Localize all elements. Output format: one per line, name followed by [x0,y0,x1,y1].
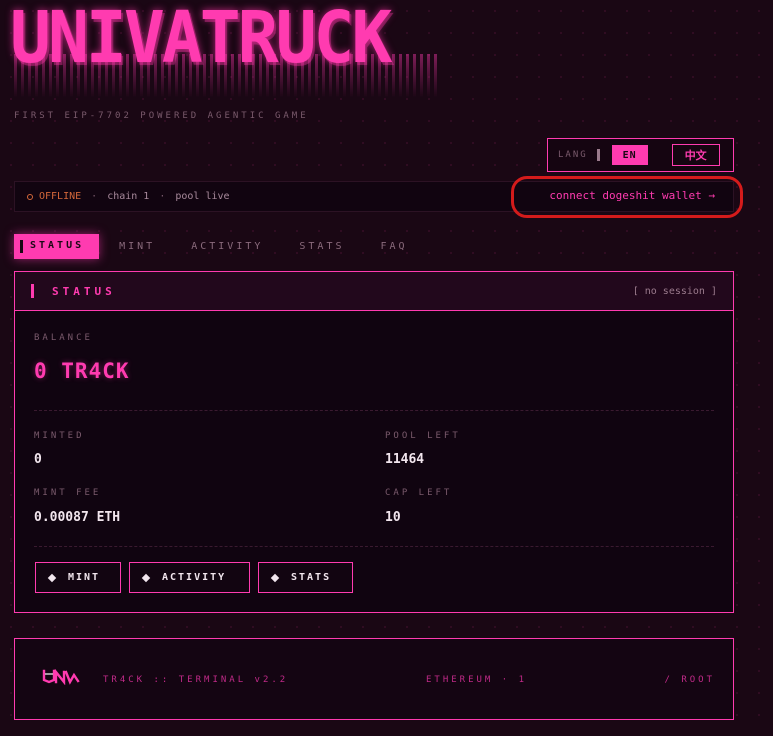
tab-bar: STATUS MINT ACTIVITY STATS FAQ [14,234,444,259]
panel-title: STATUS [52,284,116,298]
panel-header-bar [31,284,34,298]
connection-status-text: OFFLINE [39,191,82,202]
tab-mint[interactable]: MINT [119,241,155,252]
lang-en-button[interactable]: EN [611,145,648,165]
tagline: FIRST EIP-7702 POWERED AGENTIC GAME [14,111,309,121]
status-separator: · [91,191,98,202]
tab-activity[interactable]: ACTIVITY [191,241,263,252]
lang-separator [596,149,600,161]
tab-stats[interactable]: STATS [299,241,344,252]
pool-indicator: pool live [175,191,230,202]
minted-value: 0 [34,452,42,467]
mint-fee-value: 0.00087 ETH [34,510,121,525]
cap-left-label: CAP LEFT [385,488,453,498]
language-switcher: LANG EN 中文 [547,138,734,172]
footer: TR4CK :: TERMINAL v2.2 ETHEREUM · 1 / RO… [14,638,734,720]
balance-value: 0 TR4CK [34,359,130,383]
activity-button[interactable]: ACTIVITY [129,562,250,593]
mint-button-label: MINT [68,572,101,583]
footer-logo-icon [42,669,80,685]
mint-fee-label: MINT FEE [34,488,102,498]
brand-logo: UNIVATRUCK [10,0,440,100]
footer-network: ETHEREUM · 1 [426,675,528,685]
footer-terminal-version: TR4CK :: TERMINAL v2.2 [103,675,289,685]
balance-label: BALANCE [34,333,93,343]
divider [34,546,714,547]
status-dot-icon [27,193,33,200]
stats-button[interactable]: STATS [258,562,353,593]
tab-status[interactable]: STATUS [14,234,100,259]
divider [34,410,714,411]
lang-label: LANG [558,150,588,160]
status-separator: · [159,191,166,202]
mint-button[interactable]: MINT [35,562,121,593]
session-indicator: [ no session ] [632,285,717,297]
diamond-icon [47,573,57,582]
diamond-icon [141,573,151,582]
status-bar: OFFLINE · chain 1 · pool live connect do… [14,181,734,212]
status-panel: STATUS [ no session ] BALANCE 0 TR4CK MI… [14,271,734,613]
chain-indicator: chain 1 [107,191,150,202]
stats-button-label: STATS [291,572,332,583]
lang-zh-button[interactable]: 中文 [671,144,720,166]
logo-text: UNIVATRUCK [10,0,392,80]
panel-header: STATUS [ no session ] [15,272,733,311]
connect-wallet-button[interactable]: connect dogeshit wallet → [549,189,715,202]
activity-button-label: ACTIVITY [162,572,227,583]
tab-faq[interactable]: FAQ [381,241,408,252]
pool-left-label: POOL LEFT [385,431,461,441]
footer-path-link[interactable]: / ROOT [664,675,715,685]
connection-status: OFFLINE [27,191,81,202]
cap-left-value: 10 [385,510,401,525]
minted-label: MINTED [34,431,85,441]
pool-left-value: 11464 [385,452,425,467]
diamond-icon [270,573,280,582]
